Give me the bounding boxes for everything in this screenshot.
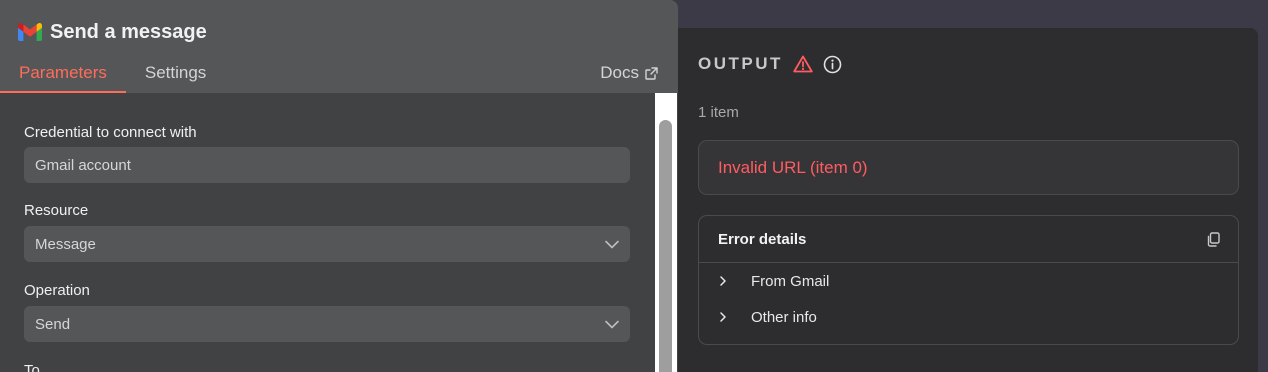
node-parameters-panel: Send a message Parameters Settings Docs … — [0, 0, 678, 372]
node-title-row: Send a message — [18, 19, 207, 45]
scrollbar[interactable] — [655, 93, 677, 372]
panel-header: Send a message Parameters Settings Docs — [0, 0, 678, 93]
detail-row-from-gmail[interactable]: From Gmail — [699, 263, 1238, 299]
docs-link[interactable]: Docs — [600, 63, 658, 83]
warning-icon[interactable] — [793, 55, 813, 73]
credential-value: Gmail account — [35, 156, 131, 174]
tab-parameters[interactable]: Parameters — [0, 54, 126, 93]
panel-tabs: Parameters Settings — [0, 54, 225, 93]
output-panel: OUTPUT 1 item Invalid URL (item 0) Error… — [678, 28, 1258, 372]
output-title: OUTPUT — [698, 54, 783, 73]
chevron-right-icon — [720, 276, 726, 286]
error-details-title: Error details — [718, 230, 807, 248]
node-title: Send a message — [50, 20, 207, 43]
error-details-header: Error details — [699, 216, 1238, 263]
resource-label: Resource — [24, 202, 89, 219]
parameters-form: Credential to connect with Gmail account… — [24, 93, 630, 372]
operation-value: Send — [35, 315, 71, 333]
detail-row-label: From Gmail — [751, 272, 830, 290]
info-icon[interactable] — [823, 55, 842, 74]
item-count: 1 item — [698, 104, 739, 121]
gmail-logo — [18, 23, 42, 41]
credential-select[interactable]: Gmail account — [24, 147, 630, 183]
credential-label: Credential to connect with — [24, 124, 197, 141]
output-header: OUTPUT — [698, 54, 842, 74]
chevron-down-icon — [605, 320, 619, 328]
to-label: To — [24, 362, 40, 372]
scrollbar-thumb[interactable] — [659, 120, 672, 372]
external-link-icon — [645, 66, 658, 80]
docs-label: Docs — [600, 63, 639, 82]
detail-row-other-info[interactable]: Other info — [699, 299, 1238, 335]
detail-row-label: Other info — [751, 308, 817, 326]
operation-label: Operation — [24, 282, 90, 299]
resource-value: Message — [35, 235, 96, 253]
chevron-down-icon — [605, 240, 619, 248]
error-message-box: Invalid URL (item 0) — [698, 140, 1239, 195]
operation-select[interactable]: Send — [24, 306, 630, 342]
copy-icon[interactable] — [1206, 231, 1220, 247]
resource-select[interactable]: Message — [24, 226, 630, 262]
chevron-right-icon — [720, 312, 726, 322]
tab-settings[interactable]: Settings — [126, 54, 225, 93]
error-details-box: Error details From Gmail Other info — [698, 215, 1239, 345]
error-message: Invalid URL (item 0) — [718, 157, 868, 177]
